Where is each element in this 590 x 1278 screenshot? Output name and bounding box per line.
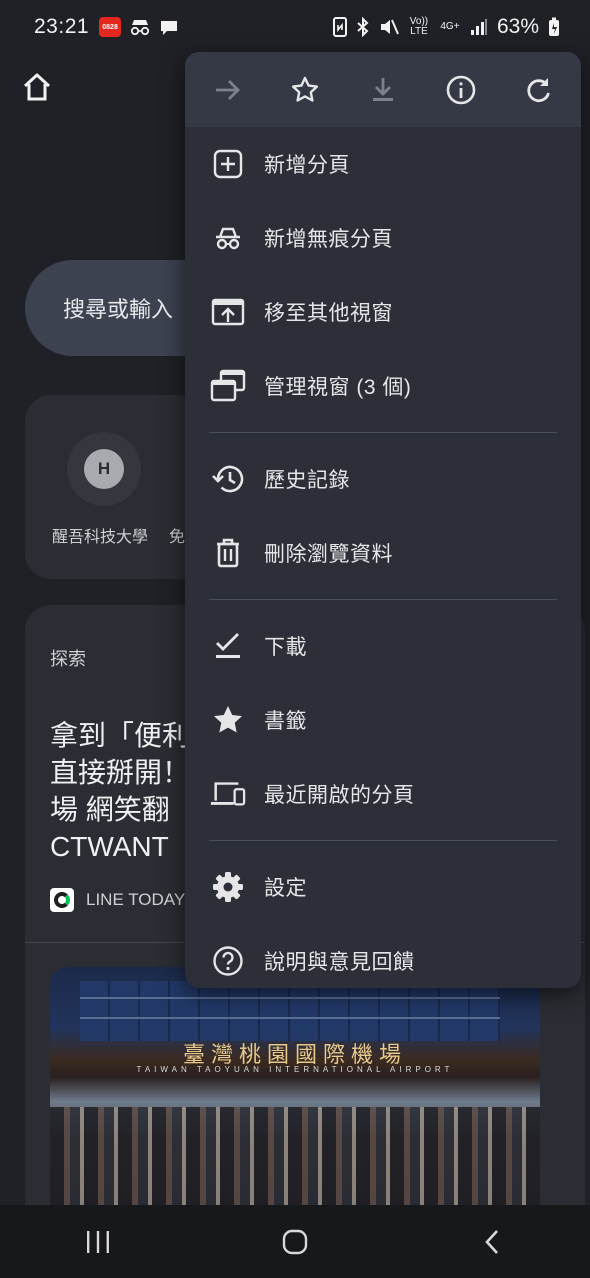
line-today-logo-icon	[50, 888, 74, 912]
history-icon	[210, 461, 246, 497]
back-icon	[484, 1229, 498, 1254]
menu-toolbar	[185, 52, 581, 127]
star-filled-icon	[210, 702, 246, 738]
page-info-button[interactable]	[433, 62, 489, 118]
move-window-icon	[210, 294, 246, 330]
headline-line: 直接掰開！	[50, 757, 191, 788]
menu-item-manage-windows[interactable]: 管理視窗 (3 個)	[185, 349, 581, 423]
menu-item-clear-browsing-data[interactable]: 刪除瀏覽資料	[185, 516, 581, 590]
menu-divider	[209, 840, 557, 841]
menu-item-new-tab[interactable]: 新增分頁	[185, 127, 581, 201]
home-icon[interactable]	[22, 72, 52, 102]
menu-item-label: 設定	[264, 877, 307, 900]
back-button[interactable]	[462, 1217, 522, 1267]
help-icon	[210, 943, 246, 979]
system-nav-bar	[0, 1205, 590, 1278]
trash-icon	[210, 535, 246, 571]
reload-icon	[527, 77, 551, 102]
forward-button[interactable]	[200, 62, 256, 118]
battery-icon	[549, 17, 559, 36]
menu-item-help-feedback[interactable]: 說明與意見回饋	[185, 924, 581, 988]
mute-icon	[380, 19, 399, 35]
headline-line: 場 網笑翻	[50, 794, 170, 825]
download-icon	[372, 77, 393, 101]
battery-percent: 63%	[496, 15, 539, 38]
article-headline[interactable]: 拿到「便利 直接掰開！ 場 網笑翻 CTWANT	[50, 717, 190, 865]
article-source: LINE TODAY	[50, 888, 185, 912]
menu-item-label: 歷史記錄	[264, 469, 350, 492]
shortcut-label-2: 免	[169, 529, 186, 546]
volte-icon: Vo)) LTE	[409, 16, 429, 37]
new-tab-icon	[210, 146, 246, 182]
shortcut-tile[interactable]: H	[67, 432, 141, 506]
menu-item-bookmarks[interactable]: 書籤	[185, 683, 581, 757]
arrow-right-icon	[215, 79, 240, 100]
info-icon	[446, 75, 475, 104]
browser-overflow-menu: 新增分頁 新增無痕分頁 移至其他視窗 管理視窗 (3 個) 歷史記錄 刪除瀏覽資…	[185, 52, 581, 988]
crowd	[50, 1107, 540, 1212]
menu-item-label: 說明與意見回饋	[264, 951, 415, 974]
source-name: LINE TODAY	[86, 890, 186, 909]
menu-item-new-incognito-tab[interactable]: 新增無痕分頁	[185, 201, 581, 275]
menu-item-label: 刪除瀏覽資料	[264, 543, 393, 566]
status-bar: 23:21 0828 Vo)) LTE 4G+ 63%	[0, 0, 590, 54]
screen: 23:21 0828 Vo)) LTE 4G+ 63% 搜尋或輸入 H 醒吾科技…	[0, 0, 590, 1278]
incognito-status-icon	[130, 20, 150, 36]
shortcut-label: 醒吾科技大學	[52, 529, 149, 546]
menu-item-label: 新增分頁	[264, 154, 350, 177]
manage-windows-icon	[210, 368, 246, 404]
downloads-check-icon	[210, 628, 246, 664]
airport-sign-en: TAIWAN TAOYUAN INTERNATIONAL AIRPORT	[136, 1065, 454, 1074]
discover-title: 探索	[50, 649, 86, 669]
bluetooth-icon	[357, 17, 369, 37]
menu-item-history[interactable]: 歷史記錄	[185, 442, 581, 516]
nfc-icon	[332, 17, 347, 37]
bookmark-button[interactable]	[277, 62, 333, 118]
menu-item-recent-tabs[interactable]: 最近開啟的分頁	[185, 757, 581, 831]
menu-item-label: 移至其他視窗	[264, 302, 393, 325]
network-type: 4G+	[440, 21, 460, 32]
menu-item-label: 下載	[264, 636, 307, 659]
reload-button[interactable]	[510, 62, 566, 118]
menu-item-settings[interactable]: 設定	[185, 850, 581, 924]
gear-icon	[210, 869, 246, 905]
menu-item-downloads[interactable]: 下載	[185, 609, 581, 683]
download-page-button[interactable]	[355, 62, 411, 118]
status-time: 23:21	[34, 15, 90, 38]
recents-icon	[87, 1230, 110, 1253]
shortcut-avatar: H	[84, 449, 124, 489]
article-image[interactable]: 臺灣桃園國際機場 TAIWAN TAOYUAN INTERNATIONAL AI…	[50, 967, 540, 1212]
menu-item-label: 新增無痕分頁	[264, 228, 393, 251]
star-outline-icon	[292, 76, 319, 102]
home-circle-icon	[282, 1229, 308, 1254]
home-button[interactable]	[265, 1217, 325, 1267]
devices-icon	[210, 776, 246, 812]
recents-button[interactable]	[68, 1217, 128, 1267]
menu-item-label: 最近開啟的分頁	[264, 784, 415, 807]
menu-divider	[209, 599, 557, 600]
menu-item-label: 管理視窗 (3 個)	[264, 376, 412, 399]
menu-item-move-to-other-window[interactable]: 移至其他視窗	[185, 275, 581, 349]
app-notification-icon: 0828	[99, 17, 122, 37]
chat-status-icon	[161, 21, 178, 35]
menu-divider	[209, 432, 557, 433]
search-placeholder: 搜尋或輸入	[63, 297, 174, 322]
headline-line: CTWANT	[50, 831, 169, 862]
headline-line: 拿到「便利	[50, 720, 191, 751]
incognito-icon	[210, 220, 246, 256]
menu-item-label: 書籤	[264, 710, 307, 733]
signal-icon	[470, 19, 487, 35]
departure-board	[80, 981, 500, 1041]
